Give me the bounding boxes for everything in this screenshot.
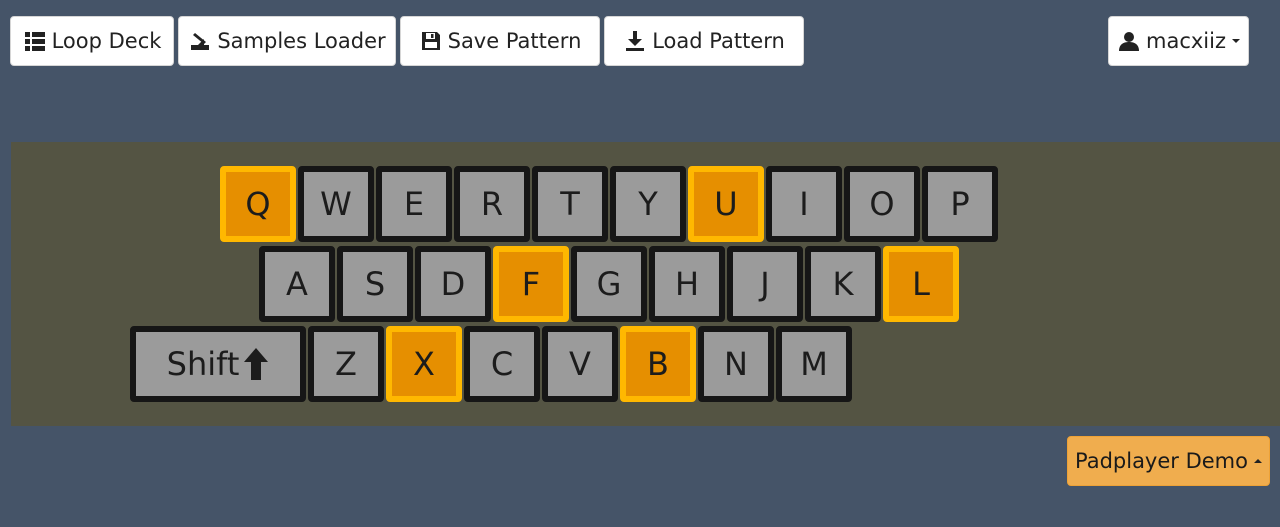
key-label: J: [760, 265, 770, 303]
key-r[interactable]: R: [454, 166, 530, 242]
key-t[interactable]: T: [532, 166, 608, 242]
key-f[interactable]: F: [493, 246, 569, 322]
arrow-up-icon: [243, 347, 269, 381]
padplayer-demo-button[interactable]: Padplayer Demo: [1067, 436, 1270, 486]
key-label: F: [521, 265, 541, 303]
save-pattern-label: Save Pattern: [447, 29, 582, 53]
key-shift[interactable]: Shift: [130, 326, 306, 402]
key-label: Z: [335, 345, 357, 383]
samples-loader-label: Samples Loader: [217, 29, 386, 53]
key-b[interactable]: B: [620, 326, 696, 402]
key-w[interactable]: W: [298, 166, 374, 242]
key-label: V: [569, 345, 591, 383]
key-v[interactable]: V: [542, 326, 618, 402]
key-y[interactable]: Y: [610, 166, 686, 242]
key-label: N: [724, 345, 748, 383]
key-label: Y: [638, 185, 658, 223]
key-k[interactable]: K: [805, 246, 881, 322]
caret-down-icon: [1232, 39, 1240, 43]
key-label: L: [912, 265, 930, 303]
key-label: Q: [245, 185, 271, 223]
samples-loader-button[interactable]: Samples Loader: [178, 16, 396, 66]
key-u[interactable]: U: [688, 166, 764, 242]
key-z[interactable]: Z: [308, 326, 384, 402]
key-label: U: [714, 185, 738, 223]
key-label: I: [799, 185, 809, 223]
padplayer-demo-label: Padplayer Demo: [1074, 449, 1248, 473]
key-l[interactable]: L: [883, 246, 959, 322]
key-label: T: [560, 185, 580, 223]
key-label: C: [490, 345, 514, 383]
loop-deck-label: Loop Deck: [51, 29, 162, 53]
key-label: W: [320, 185, 352, 223]
key-s[interactable]: S: [337, 246, 413, 322]
key-label: M: [800, 345, 828, 383]
key-label: E: [403, 185, 425, 223]
floppy-disk-icon: [419, 29, 443, 53]
key-h[interactable]: H: [649, 246, 725, 322]
key-label: K: [832, 265, 854, 303]
key-x[interactable]: X: [386, 326, 462, 402]
load-pattern-label: Load Pattern: [652, 29, 785, 53]
key-label: S: [364, 265, 386, 303]
caret-up-icon: [1254, 459, 1262, 463]
key-label: P: [950, 185, 970, 223]
key-m[interactable]: M: [776, 326, 852, 402]
key-label: H: [674, 265, 700, 303]
key-label: D: [440, 265, 466, 303]
key-q[interactable]: Q: [220, 166, 296, 242]
user-name: macxiiz: [1146, 29, 1226, 53]
key-label: Shift: [166, 345, 240, 383]
key-p[interactable]: P: [922, 166, 998, 242]
key-label: A: [286, 265, 308, 303]
key-d[interactable]: D: [415, 246, 491, 322]
key-g[interactable]: G: [571, 246, 647, 322]
key-j[interactable]: J: [727, 246, 803, 322]
key-o[interactable]: O: [844, 166, 920, 242]
download-icon: [623, 29, 647, 53]
key-a[interactable]: A: [259, 246, 335, 322]
key-c[interactable]: C: [464, 326, 540, 402]
key-label: B: [647, 345, 669, 383]
import-icon: [188, 29, 212, 53]
key-n[interactable]: N: [698, 326, 774, 402]
user-menu-button[interactable]: macxiiz: [1108, 16, 1249, 66]
key-label: O: [869, 185, 895, 223]
key-label: R: [480, 185, 504, 223]
key-i[interactable]: I: [766, 166, 842, 242]
list-icon: [23, 29, 47, 53]
key-e[interactable]: E: [376, 166, 452, 242]
user-icon: [1117, 29, 1141, 53]
loop-deck-button[interactable]: Loop Deck: [10, 16, 174, 66]
load-pattern-button[interactable]: Load Pattern: [604, 16, 804, 66]
key-label: G: [596, 265, 622, 303]
keyboard-pad: Q W E R T Y U I O P A S D F G H J K L Shift Z X C V B N M: [11, 142, 1280, 426]
key-label: X: [413, 345, 435, 383]
save-pattern-button[interactable]: Save Pattern: [400, 16, 600, 66]
